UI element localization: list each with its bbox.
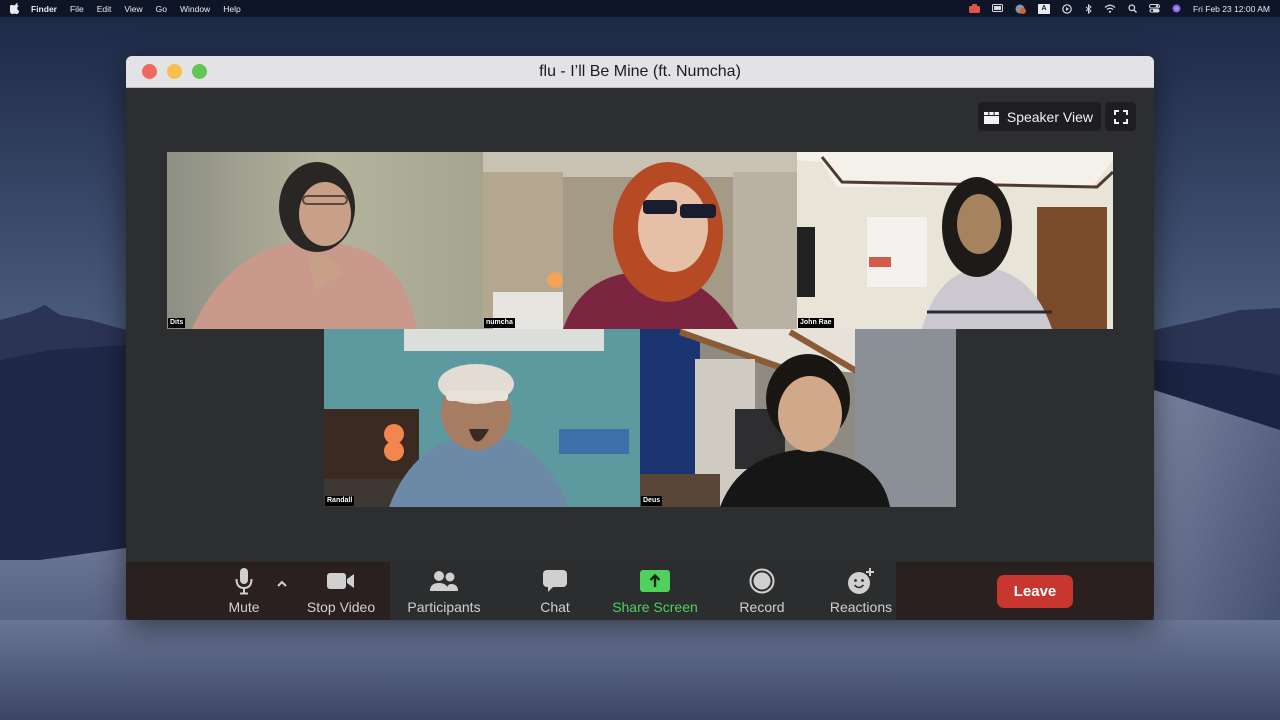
share-screen-button[interactable]: Share Screen — [600, 566, 710, 620]
app-red-icon[interactable] — [968, 4, 980, 13]
minimize-window-button[interactable] — [167, 64, 182, 79]
menu-finder[interactable]: Finder — [31, 4, 57, 14]
speaker-view-button[interactable]: Speaker View — [977, 102, 1101, 131]
audio-options-caret[interactable] — [276, 575, 290, 589]
input-source-icon[interactable]: A — [1037, 3, 1050, 14]
participants-button[interactable]: Participants — [404, 566, 484, 620]
participant-video-feed — [797, 152, 1113, 329]
microphone-icon — [235, 568, 253, 595]
spotlight-search-icon[interactable] — [1128, 4, 1137, 13]
participant-name-tag: Dits — [168, 318, 186, 328]
menu-view[interactable]: View — [124, 4, 142, 14]
reactions-label: Reactions — [829, 599, 893, 615]
share-screen-icon — [640, 570, 670, 592]
display-icon[interactable] — [991, 4, 1003, 13]
chevron-up-icon — [277, 580, 287, 587]
video-camera-icon — [327, 573, 354, 589]
participant-name-tag: John Rae — [798, 318, 834, 328]
macos-menu-bar: Finder File Edit View Go Window Help A F… — [0, 0, 1280, 17]
zoom-meeting-window: flu - I’ll Be Mine (ft. Numcha) Speaker … — [126, 56, 1154, 620]
close-window-button[interactable] — [142, 64, 157, 79]
participant-name-tag: numcha — [484, 318, 515, 328]
app-badge-icon[interactable] — [1015, 4, 1026, 14]
stop-video-button[interactable]: Stop Video — [301, 566, 381, 620]
siri-icon[interactable] — [1172, 4, 1181, 13]
participants-label: Participants — [407, 599, 481, 615]
record-label: Record — [739, 599, 785, 615]
participant-name-tag: Deus — [641, 496, 663, 506]
fullscreen-icon — [1113, 109, 1128, 124]
chat-label: Chat — [540, 599, 570, 615]
menu-go[interactable]: Go — [156, 4, 167, 14]
participant-video-feed — [483, 152, 797, 329]
maximize-window-button[interactable] — [192, 64, 207, 79]
video-tile-john-rae[interactable]: John Rae — [797, 152, 1113, 329]
emoji-add-icon — [848, 568, 874, 594]
share-screen-label: Share Screen — [612, 599, 698, 615]
leave-meeting-button[interactable]: Leave — [997, 574, 1073, 608]
participant-video-feed — [324, 329, 640, 507]
video-tile-numcha[interactable]: numcha — [483, 152, 797, 329]
menu-file[interactable]: File — [70, 4, 84, 14]
video-tile-randall[interactable]: Randall — [324, 329, 640, 507]
meeting-toolbar: Mute Stop Video Participants Chat Share … — [126, 562, 1154, 620]
mute-label: Mute — [228, 599, 260, 615]
play-circle-icon[interactable] — [1062, 4, 1073, 14]
mute-button[interactable]: Mute — [226, 566, 262, 620]
stop-video-label: Stop Video — [306, 599, 376, 615]
control-center-icon[interactable] — [1148, 4, 1160, 13]
participant-video-feed — [167, 152, 483, 329]
chat-bubble-icon — [543, 570, 567, 592]
speaker-view-label: Speaker View — [1006, 108, 1093, 125]
participant-name-tag: Randall — [325, 496, 355, 506]
menu-help[interactable]: Help — [223, 4, 240, 14]
participants-icon — [430, 571, 458, 591]
participant-video-feed — [640, 329, 956, 507]
menu-edit[interactable]: Edit — [97, 4, 112, 14]
record-button[interactable]: Record — [722, 566, 802, 620]
window-title: flu - I’ll Be Mine (ft. Numcha) — [539, 62, 741, 80]
fullscreen-button[interactable] — [1105, 102, 1136, 131]
wifi-icon[interactable] — [1104, 4, 1116, 13]
gallery-grid-icon — [983, 111, 999, 124]
bluetooth-icon[interactable] — [1085, 3, 1092, 15]
record-icon — [749, 568, 775, 594]
reactions-button[interactable]: Reactions — [816, 566, 906, 620]
chat-button[interactable]: Chat — [520, 566, 590, 620]
window-titlebar[interactable]: flu - I’ll Be Mine (ft. Numcha) — [126, 56, 1154, 88]
video-tile-dits[interactable]: Dits — [167, 152, 483, 329]
menu-bar-clock[interactable]: Fri Feb 23 12:00 AM — [1193, 4, 1270, 14]
video-tile-deus[interactable]: Deus — [640, 329, 956, 507]
input-source-label: A — [1041, 4, 1047, 12]
apple-logo-icon[interactable] — [8, 3, 20, 15]
menu-window[interactable]: Window — [180, 4, 210, 14]
